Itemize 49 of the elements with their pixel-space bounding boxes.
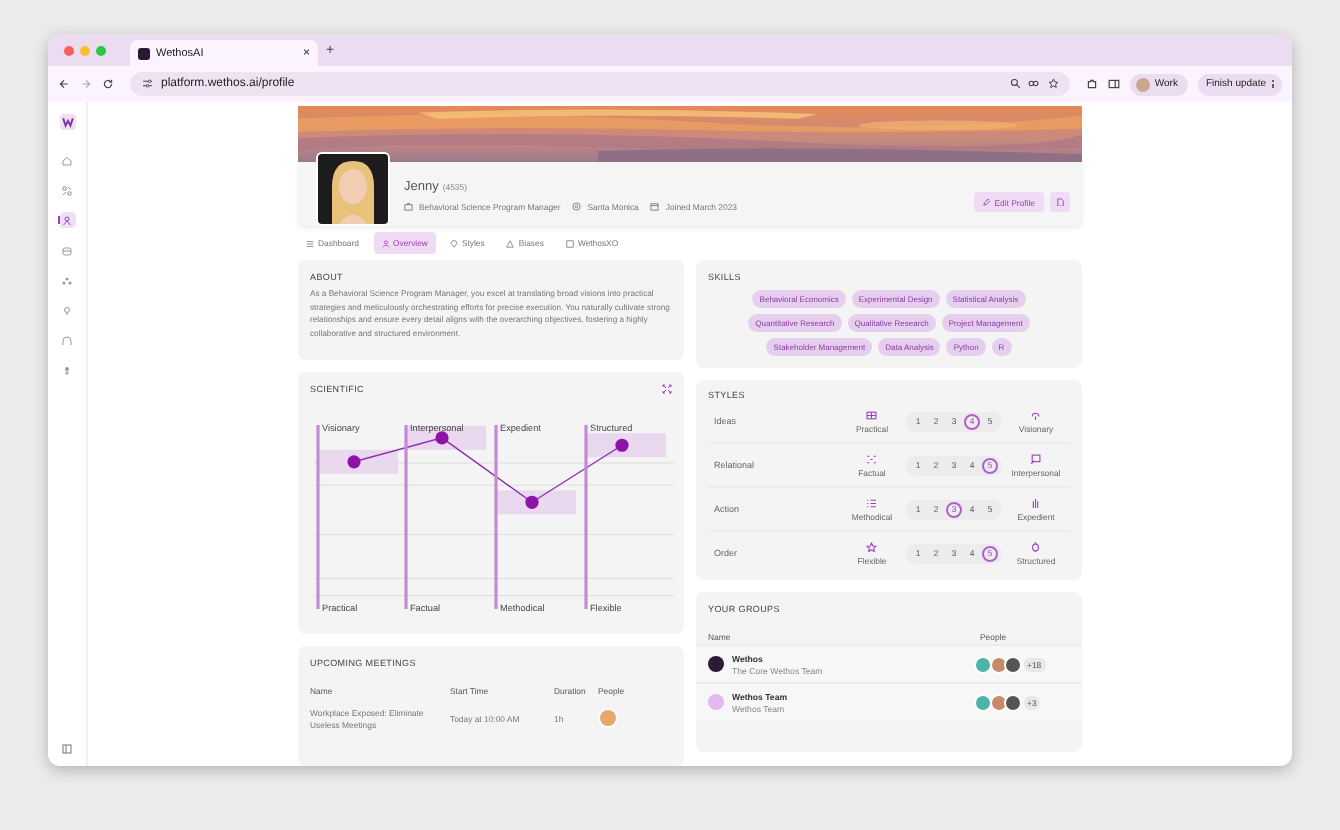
trait-icon <box>1030 497 1042 508</box>
nav-icon <box>62 275 72 285</box>
trait-icon <box>1030 453 1042 464</box>
nav-icon <box>62 245 72 255</box>
tab-icon <box>506 239 515 247</box>
zoom-icon[interactable] <box>1009 78 1021 90</box>
forward-icon[interactable] <box>80 78 92 90</box>
expand-icon[interactable] <box>662 384 672 394</box>
app-logo-icon <box>138 47 150 59</box>
nav-item[interactable] <box>59 182 75 198</box>
close-window-button[interactable] <box>64 45 74 55</box>
avatar-icon <box>1136 77 1151 91</box>
person-avatar <box>598 708 618 728</box>
trait-icon <box>1030 541 1042 552</box>
trait-icon <box>866 541 878 552</box>
tab-icon <box>381 239 389 247</box>
maximize-window-button[interactable] <box>96 45 106 55</box>
location-pin-icon <box>572 202 582 212</box>
nav-item[interactable] <box>59 212 75 228</box>
calendar-icon <box>650 202 660 212</box>
nav-icon <box>62 335 72 345</box>
pencil-icon <box>981 197 991 207</box>
nav-icon <box>62 305 72 315</box>
trait-icon <box>866 453 878 464</box>
nav-icon <box>62 185 72 195</box>
nav-icon <box>62 365 72 375</box>
tab-icon <box>565 239 574 247</box>
briefcase-icon <box>404 202 413 212</box>
nav-item[interactable] <box>59 362 75 378</box>
nav-icon <box>62 155 72 165</box>
collapse-sidebar-icon[interactable] <box>62 744 72 754</box>
star-icon[interactable] <box>1047 78 1059 90</box>
reload-icon[interactable] <box>102 78 114 90</box>
nav-icon <box>62 215 72 225</box>
side-panel-icon[interactable] <box>1108 78 1121 90</box>
group-logo-icon <box>708 694 724 710</box>
trait-icon <box>866 497 878 508</box>
document-icon <box>1055 197 1064 206</box>
document-button[interactable] <box>1049 192 1070 212</box>
trait-icon <box>1030 409 1042 420</box>
group-logo-icon <box>708 656 724 672</box>
tab-icon <box>449 239 458 247</box>
nav-item[interactable] <box>59 272 75 288</box>
trait-icon <box>866 409 878 420</box>
tab-icon <box>306 239 314 247</box>
app-logo-icon[interactable] <box>59 114 75 130</box>
back-icon[interactable] <box>58 78 70 90</box>
site-settings-icon[interactable] <box>142 78 153 90</box>
nav-item[interactable] <box>59 302 75 318</box>
